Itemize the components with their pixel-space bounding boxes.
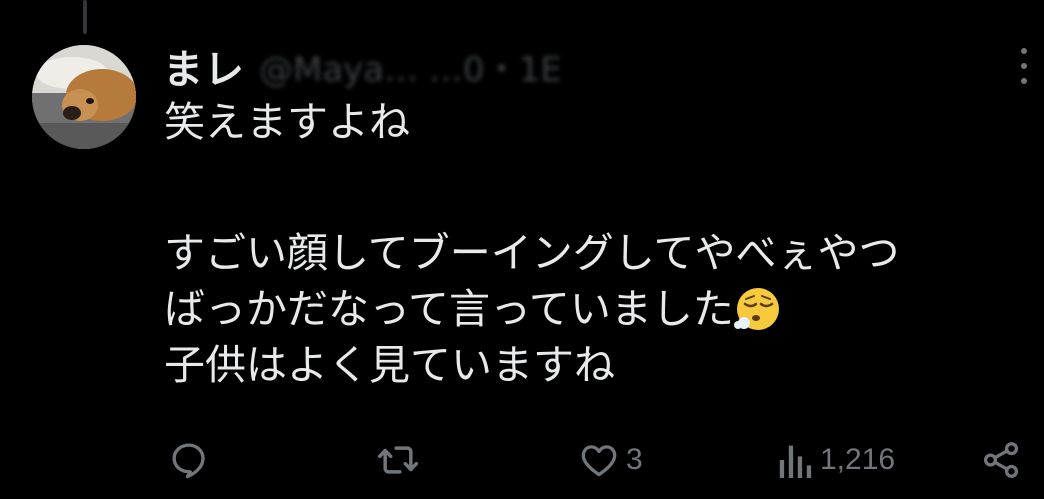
- tweet-text-line-with-emoji: ばっかだなって言っていました: [164, 281, 1034, 337]
- like-count: 3: [626, 443, 643, 476]
- tweet-header: まレ @Maya… …0・1E: [163, 38, 562, 94]
- thread-connector-line: [83, 0, 87, 34]
- like-button[interactable]: 3: [578, 432, 643, 488]
- share-button[interactable]: [980, 432, 1022, 488]
- tweet-text-line: すごい顔してブーイングしてやべぇやつ: [164, 229, 900, 277]
- more-options-button[interactable]: [1012, 48, 1036, 84]
- reply-icon: [172, 443, 205, 479]
- avatar[interactable]: [32, 45, 136, 149]
- more-icon-dot: [1021, 63, 1027, 69]
- reply-button[interactable]: [168, 432, 210, 488]
- author-handle-and-time[interactable]: @Maya… …0・1E: [259, 42, 562, 91]
- more-icon-dot: [1021, 48, 1027, 54]
- face-exhaling-emoji: [733, 288, 779, 330]
- views-icon: [779, 445, 812, 478]
- author-display-name[interactable]: まレ: [163, 38, 245, 94]
- tweet-text-line: 子供はよく見ていますね: [164, 341, 615, 389]
- tweet-action-bar: 3 1,216: [0, 432, 1044, 488]
- more-icon-dot: [1021, 78, 1027, 84]
- tweet-body: 笑えますよね すごい顔してブーイングしてやべぇやつ ばっかだなって言っていました…: [164, 94, 1034, 393]
- share-icon: [983, 442, 1019, 478]
- views-button[interactable]: 1,216: [778, 432, 895, 488]
- retweet-button[interactable]: [376, 432, 420, 488]
- tweet-text-line: 笑えますよね: [164, 98, 410, 146]
- avatar-dog-photo: [32, 45, 136, 149]
- heart-icon: [581, 445, 617, 477]
- view-count: 1,216: [820, 443, 896, 476]
- retweet-icon: [377, 446, 419, 474]
- tweet-text-line: ばっかだなって言っていました: [164, 285, 734, 333]
